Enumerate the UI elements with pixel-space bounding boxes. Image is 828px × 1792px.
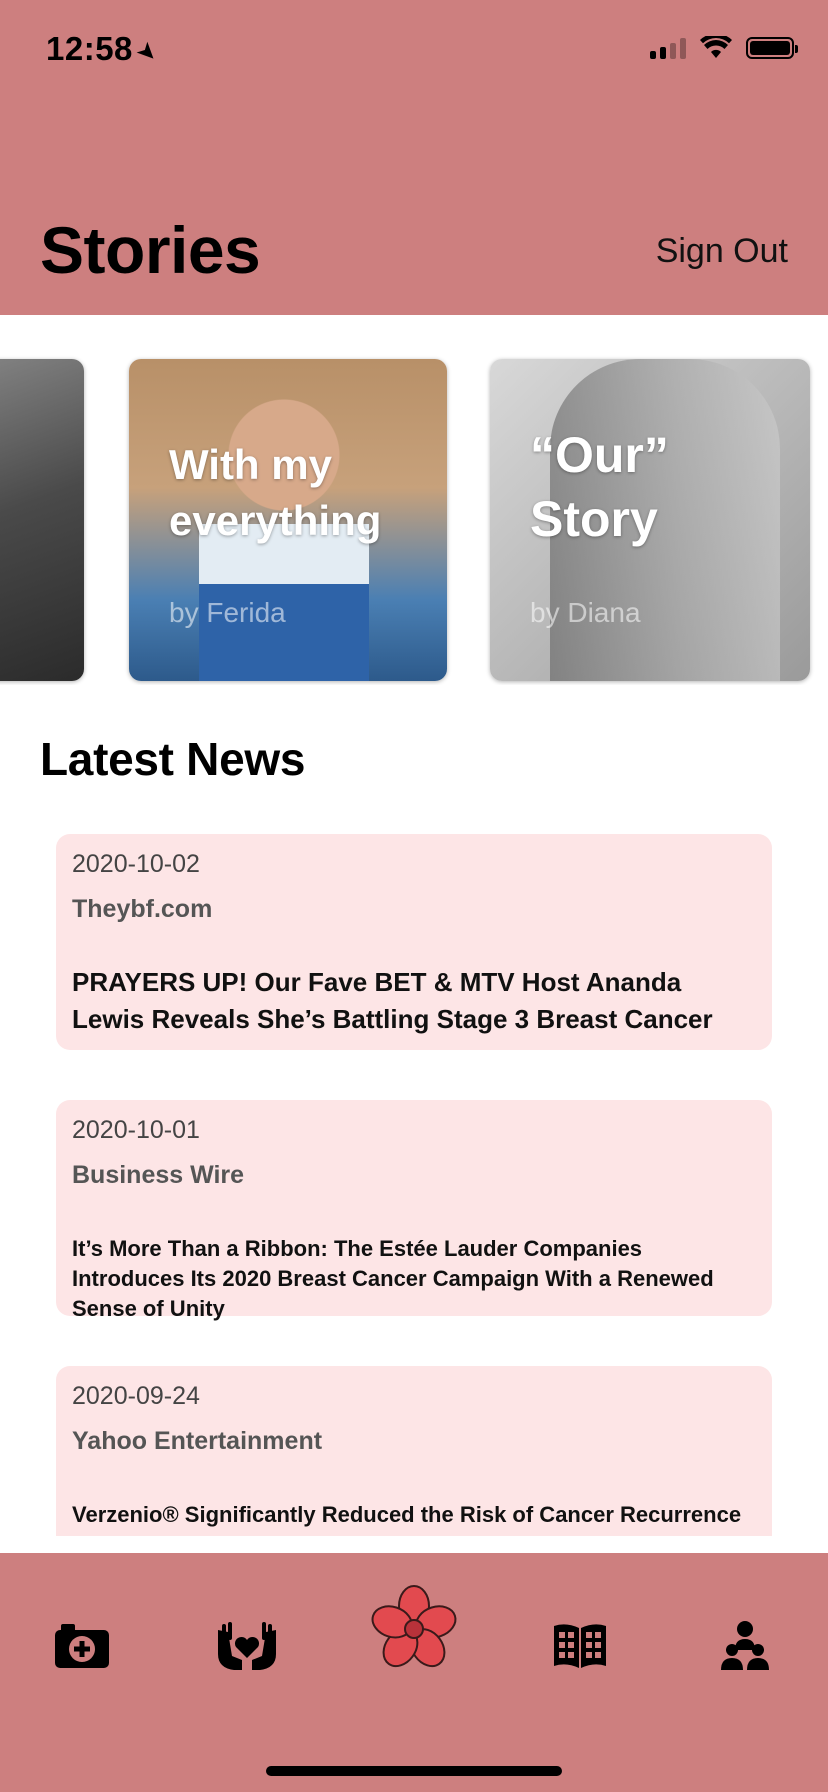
status-indicators — [650, 36, 798, 60]
tab-community[interactable] — [710, 1611, 780, 1681]
story-card[interactable] — [0, 359, 84, 681]
news-card[interactable]: 2020-10-01 Business Wire It’s More Than … — [56, 1100, 772, 1321]
news-headline: PRAYERS UP! Our Fave BET & MTV Host Anan… — [72, 967, 713, 1034]
section-title: Latest News — [40, 733, 306, 785]
news-source: Business Wire — [72, 1161, 245, 1189]
battery-icon — [746, 37, 798, 59]
news-list[interactable]: 2020-10-02 Theybf.com PRAYERS UP! Our Fa… — [0, 820, 828, 1536]
story-byline: by Ferida — [169, 597, 286, 628]
cellular-signal-icon — [650, 37, 686, 59]
news-date: 2020-09-24 — [72, 1382, 200, 1410]
story-title: With my everything — [169, 441, 382, 544]
stories-carousel[interactable]: With my everything by Ferida “Our” Story… — [0, 355, 828, 685]
page-title: Stories — [40, 213, 261, 287]
wifi-icon — [700, 36, 732, 58]
tab-camera[interactable] — [47, 1611, 117, 1681]
tab-resources[interactable] — [545, 1611, 615, 1681]
tab-support[interactable] — [212, 1611, 282, 1681]
news-card[interactable]: 2020-10-02 Theybf.com PRAYERS UP! Our Fa… — [56, 834, 772, 1050]
camera-plus-icon — [55, 1624, 109, 1668]
location-arrow-icon: ➤ — [130, 35, 165, 70]
book-icon — [554, 1624, 606, 1668]
people-icon — [721, 1621, 769, 1670]
sign-out-button[interactable]: Sign Out — [656, 232, 788, 271]
story-card[interactable]: “Our” Story by Diana — [490, 359, 810, 681]
news-source: Yahoo Entertainment — [72, 1427, 323, 1455]
story-byline: by Diana — [530, 597, 641, 628]
home-indicator — [266, 1766, 562, 1776]
news-date: 2020-10-02 — [72, 850, 200, 878]
header: 12:58➤ Stories Sign Out — [0, 0, 828, 315]
hands-heart-icon — [218, 1622, 276, 1670]
news-card[interactable]: 2020-09-24 Yahoo Entertainment Verzenio®… — [56, 1366, 772, 1536]
status-time: 12:58➤ — [46, 30, 165, 70]
tab-home[interactable] — [368, 1583, 460, 1675]
flower-icon — [371, 1585, 457, 1668]
story-card[interactable]: With my everything by Ferida — [129, 359, 447, 681]
story-title: “Our” Story — [530, 427, 669, 547]
news-headline: It’s More Than a Ribbon: The Estée Laude… — [72, 1236, 714, 1321]
tab-bar — [0, 1553, 828, 1792]
news-source: Theybf.com — [72, 895, 213, 923]
news-date: 2020-10-01 — [72, 1116, 200, 1144]
news-headline: Verzenio® Significantly Reduced the Risk… — [72, 1502, 742, 1536]
